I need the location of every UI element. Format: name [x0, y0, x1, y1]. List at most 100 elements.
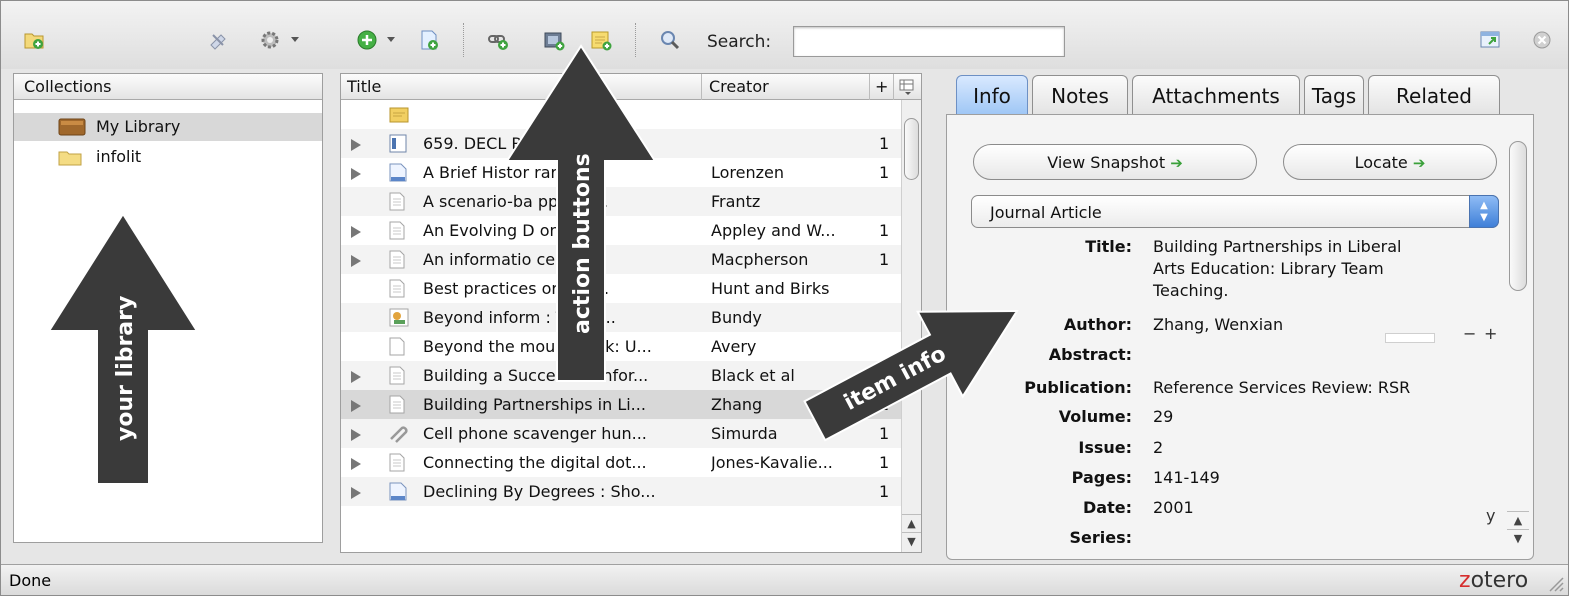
item-title: 659. DECL REES	[423, 134, 553, 153]
tab-attachments[interactable]: Attachments	[1132, 75, 1300, 115]
field-value[interactable]: 141-149	[1153, 468, 1220, 487]
arrow-right-icon: ➔	[1412, 154, 1426, 172]
expand-twisty-icon[interactable]	[351, 255, 361, 267]
view-snapshot-button[interactable]: View Snapshot ➔	[973, 144, 1257, 180]
item-count: 1	[879, 424, 890, 443]
table-row[interactable]: Connecting the digital dot... Jones-Kaval…	[341, 448, 901, 477]
item-type-value: Journal Article	[990, 203, 1102, 222]
table-row[interactable]: An Evolving D on of ... Appley and W... 1	[341, 216, 901, 245]
new-note-icon[interactable]	[590, 29, 612, 51]
expand-twisty-icon[interactable]	[351, 400, 361, 412]
items-scrollbar[interactable]: ▲ ▼	[901, 100, 921, 552]
field-label: Date:	[1083, 498, 1132, 517]
field-value[interactable]: Zhang, Wenxian	[1153, 315, 1283, 334]
fullscreen-icon[interactable]	[1479, 29, 1501, 51]
item-count: 1	[879, 163, 890, 182]
item-creator: Lorenzen	[711, 163, 785, 182]
tab-tags[interactable]: Tags	[1304, 75, 1364, 115]
gear-icon[interactable]	[259, 29, 281, 51]
table-row[interactable]: Best practices ormati... Hunt and Birks	[341, 274, 901, 303]
title-column-header[interactable]: Title	[347, 74, 381, 100]
select-stepper-icon: ▲ ▼	[1469, 195, 1499, 228]
new-item-dropdown-icon[interactable]	[387, 37, 395, 42]
field-value[interactable]: Teaching.	[1153, 281, 1228, 300]
item-title: Declining By Degrees : Sho...	[423, 482, 656, 501]
table-row[interactable]: Building a Successful Infor... Black et a…	[341, 361, 901, 390]
new-item-icon[interactable]	[356, 29, 378, 51]
new-collection-icon[interactable]	[23, 29, 45, 51]
creator-column-header[interactable]: Creator	[709, 74, 769, 100]
scroll-down-button[interactable]: ▼	[902, 532, 921, 551]
item-creator: Avery	[711, 337, 757, 356]
remove-author-button[interactable]: −	[1463, 324, 1476, 343]
collection-my-library[interactable]: My Library	[14, 113, 322, 141]
table-row[interactable]: A Brief Histor rary I... Lorenzen 1	[341, 158, 901, 187]
link-attachment-icon[interactable]	[487, 29, 509, 51]
item-title: An Evolving D on of ...	[423, 221, 601, 240]
resize-grip-icon[interactable]	[1546, 574, 1564, 592]
status-bar: Done zotero	[1, 564, 1568, 595]
field-value[interactable]: 2	[1153, 438, 1163, 457]
table-row[interactable]: Declining By Degrees : Sho... 1	[341, 477, 901, 506]
field-label: Series:	[1069, 528, 1132, 547]
info-scrollbar-thumb[interactable]	[1509, 141, 1527, 291]
expand-twisty-icon[interactable]	[351, 458, 361, 470]
expand-twisty-icon[interactable]	[351, 487, 361, 499]
tab-notes[interactable]: Notes	[1032, 75, 1128, 115]
search-input[interactable]	[793, 26, 1065, 57]
field-value[interactable]: Reference Services Review: RSR	[1153, 378, 1410, 397]
expand-twisty-icon[interactable]	[351, 371, 361, 383]
collections-header[interactable]: Collections	[14, 74, 322, 100]
item-title: Building a Successful Infor...	[423, 366, 649, 385]
field-value[interactable]: Arts Education: Library Team	[1153, 259, 1384, 278]
info-scroll-down-button[interactable]: ▼	[1507, 529, 1529, 548]
table-row[interactable]	[341, 100, 901, 129]
item-count: 1	[879, 453, 890, 472]
table-row[interactable]: A scenario-ba pproac... Frantz	[341, 187, 901, 216]
item-type-select[interactable]: Journal Article ▲ ▼	[971, 195, 1499, 228]
column-picker-icon[interactable]	[899, 79, 915, 95]
collections-pane: Collections My Library infolit	[13, 73, 323, 543]
field-value[interactable]: 29	[1153, 407, 1173, 426]
scroll-up-button[interactable]: ▲	[902, 514, 921, 533]
count-column-header[interactable]: +	[875, 74, 888, 100]
item-creator: Frantz	[711, 192, 761, 211]
locate-button[interactable]: Locate ➔	[1283, 144, 1497, 180]
close-icon[interactable]	[1531, 29, 1553, 51]
tab-info[interactable]: Info	[956, 75, 1028, 115]
info-scroll-up-button[interactable]: ▲	[1507, 511, 1529, 530]
sync-icon[interactable]	[207, 29, 229, 51]
toolbar-separator	[635, 23, 636, 57]
expand-twisty-icon[interactable]	[351, 139, 361, 151]
field-label: Title:	[1085, 237, 1132, 256]
item-title: Connecting the digital dot...	[423, 453, 647, 472]
snapshot-icon[interactable]	[543, 29, 565, 51]
item-creator: Macpherson	[711, 250, 809, 269]
search-icon[interactable]	[659, 29, 681, 51]
field-value[interactable]: Building Partnerships in Liberal	[1153, 237, 1402, 256]
items-scrollbar-thumb[interactable]	[904, 118, 919, 180]
field-value[interactable]: 2001	[1153, 498, 1194, 517]
expand-twisty-icon[interactable]	[351, 226, 361, 238]
collection-infolit[interactable]: infolit	[14, 143, 322, 171]
view-snapshot-label: View Snapshot	[1047, 153, 1166, 172]
items-pane: Title Creator + 659. DECL REES 1 A Brief H…	[340, 73, 922, 553]
table-row[interactable]: Beyond the mouse click: U... Avery	[341, 332, 901, 361]
table-row[interactable]: Beyond inform : The a... Bundy	[341, 303, 901, 332]
expand-twisty-icon[interactable]	[351, 429, 361, 441]
zotero-logo: zotero	[1459, 568, 1529, 593]
add-from-page-icon[interactable]	[418, 29, 440, 51]
field-label: Abstract:	[1048, 345, 1132, 364]
author-mode-toggle[interactable]	[1385, 333, 1435, 343]
table-row[interactable]: 659. DECL REES 1	[341, 129, 901, 158]
table-row[interactable]: Building Partnerships in Li... Zhang 2	[341, 390, 901, 419]
table-row[interactable]: An informatio cessin... Macpherson 1	[341, 245, 901, 274]
add-author-button[interactable]: +	[1484, 324, 1497, 343]
tab-related[interactable]: Related	[1368, 75, 1500, 115]
expand-twisty-icon[interactable]	[351, 168, 361, 180]
info-scrollbar[interactable]: ▲ ▼	[1507, 131, 1529, 551]
table-row[interactable]: Cell phone scavenger hun... Simurda 1	[341, 419, 901, 448]
field-label: Pages:	[1071, 468, 1132, 487]
gear-dropdown-icon[interactable]	[291, 37, 299, 42]
date-format-indicator: y	[1486, 506, 1496, 525]
